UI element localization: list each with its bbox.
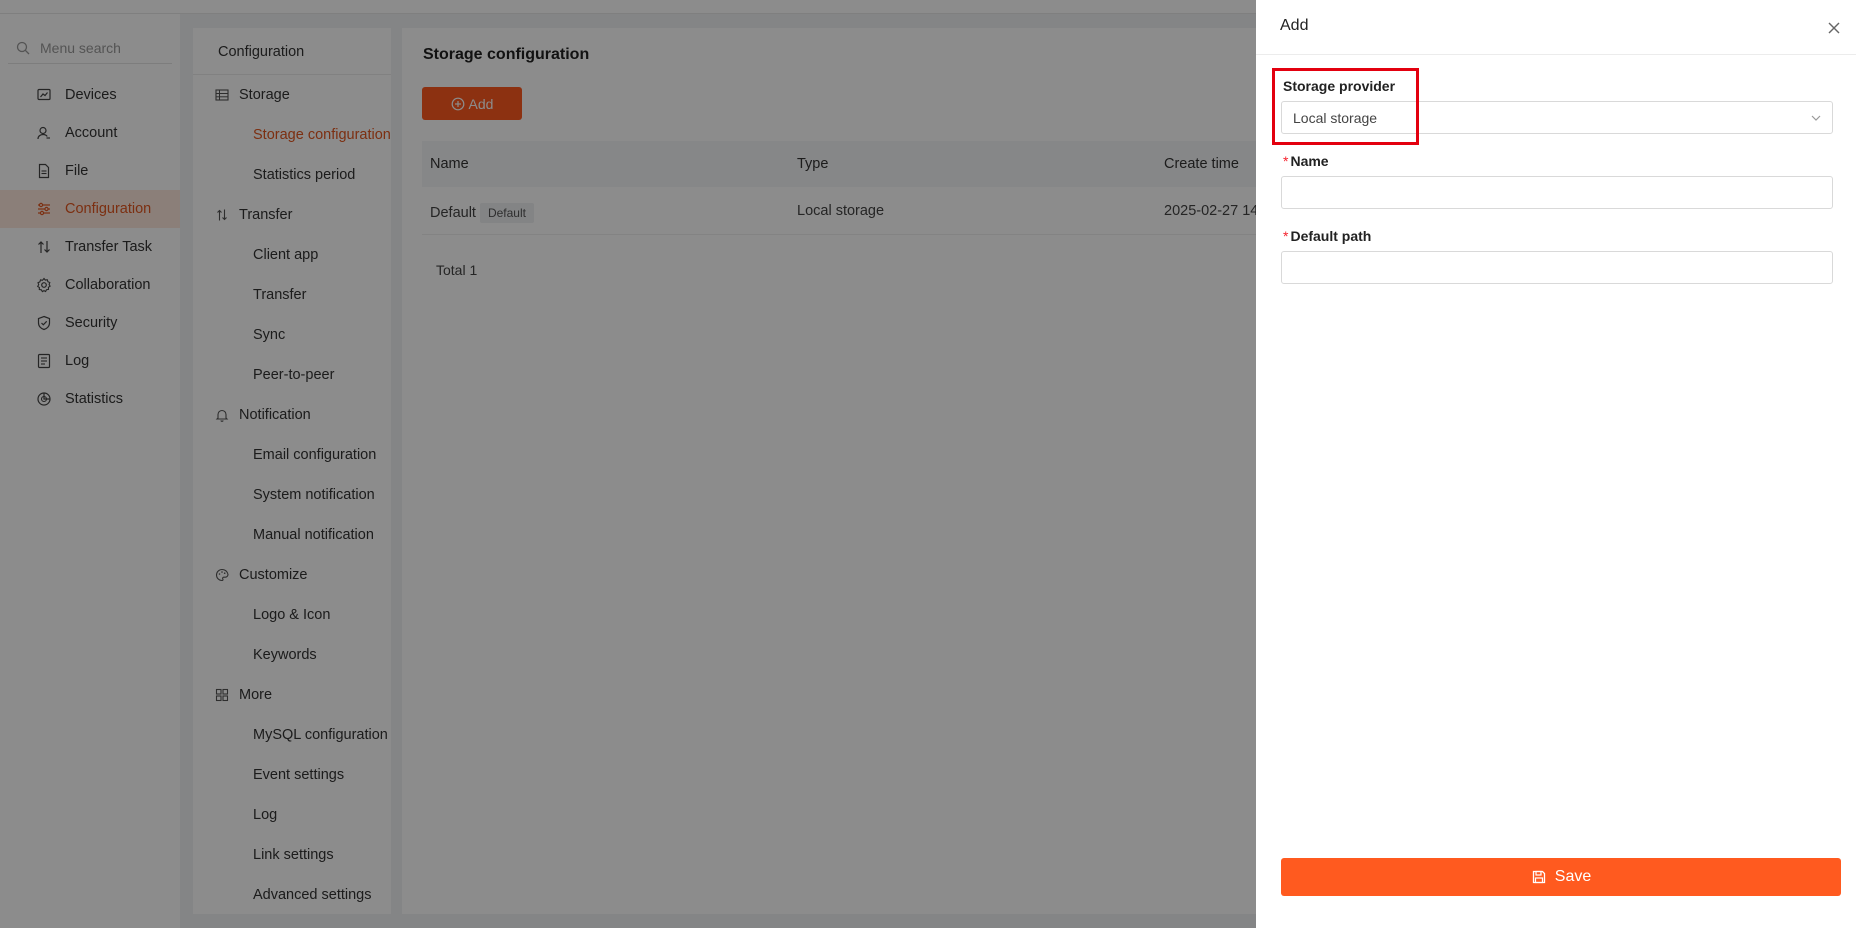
modal-overlay[interactable] bbox=[0, 0, 1256, 928]
save-button[interactable]: Save bbox=[1281, 858, 1841, 896]
name-field[interactable] bbox=[1281, 176, 1833, 209]
name-label-text: Name bbox=[1290, 153, 1329, 169]
default-path-label-text: Default path bbox=[1290, 228, 1372, 244]
highlight-box bbox=[1272, 68, 1419, 145]
save-button-label: Save bbox=[1554, 868, 1592, 885]
required-mark: * bbox=[1283, 228, 1289, 244]
add-drawer: Add Storage provider Local storage * Name… bbox=[1256, 0, 1856, 928]
default-path-label: * Default path bbox=[1283, 228, 1371, 244]
save-icon bbox=[1531, 869, 1547, 885]
close-icon[interactable] bbox=[1826, 20, 1842, 36]
default-path-field[interactable] bbox=[1281, 251, 1833, 284]
chevron-down-icon bbox=[1810, 112, 1822, 124]
drawer-header: Add bbox=[1256, 0, 1856, 55]
name-label: * Name bbox=[1283, 153, 1329, 169]
required-mark: * bbox=[1283, 153, 1289, 169]
drawer-title: Add bbox=[1280, 17, 1309, 34]
